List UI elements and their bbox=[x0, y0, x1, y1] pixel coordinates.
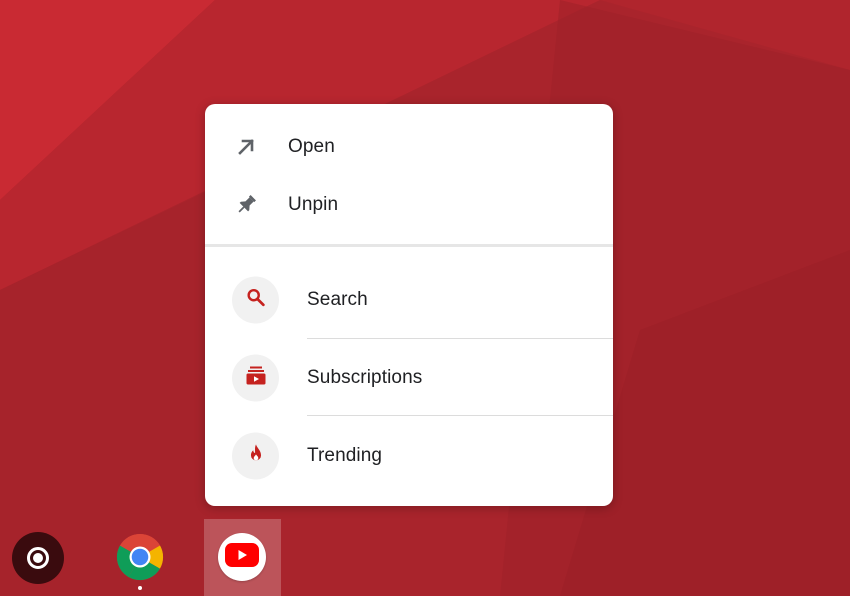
search-icon bbox=[245, 287, 267, 314]
youtube-shelf-button[interactable] bbox=[218, 533, 266, 581]
launcher-icon bbox=[27, 547, 49, 569]
youtube-icon bbox=[225, 542, 259, 572]
shortcut-label: Trending bbox=[307, 445, 383, 466]
menu-item-label: Open bbox=[288, 136, 335, 157]
menu-item-open[interactable]: Open bbox=[205, 122, 613, 172]
flame-icon bbox=[245, 442, 267, 471]
launcher-button[interactable] bbox=[12, 532, 64, 584]
row-divider bbox=[307, 415, 613, 416]
shortcut-label: Subscriptions bbox=[307, 367, 423, 388]
shortcut-icon-container bbox=[232, 432, 279, 480]
shortcut-label: Search bbox=[307, 289, 368, 310]
menu-item-label: Unpin bbox=[288, 194, 339, 215]
shortcut-icon-container bbox=[232, 354, 279, 402]
menu-item-unpin[interactable]: Unpin bbox=[205, 180, 613, 230]
menu-separator bbox=[205, 244, 613, 247]
chrome-icon bbox=[116, 533, 164, 585]
arrow-up-right-icon bbox=[233, 134, 259, 160]
chrome-running-indicator bbox=[138, 586, 142, 590]
shortcut-trending[interactable]: Trending bbox=[205, 417, 613, 495]
context-menu: Open Unpin Search Subscriptions Trending bbox=[205, 104, 613, 506]
chrome-shelf-button[interactable] bbox=[116, 533, 164, 581]
pin-icon bbox=[233, 192, 259, 218]
shortcut-search[interactable]: Search bbox=[205, 261, 613, 339]
subscriptions-icon bbox=[244, 364, 268, 393]
shortcut-subscriptions[interactable]: Subscriptions bbox=[205, 339, 613, 417]
shortcut-icon-container bbox=[232, 276, 279, 324]
